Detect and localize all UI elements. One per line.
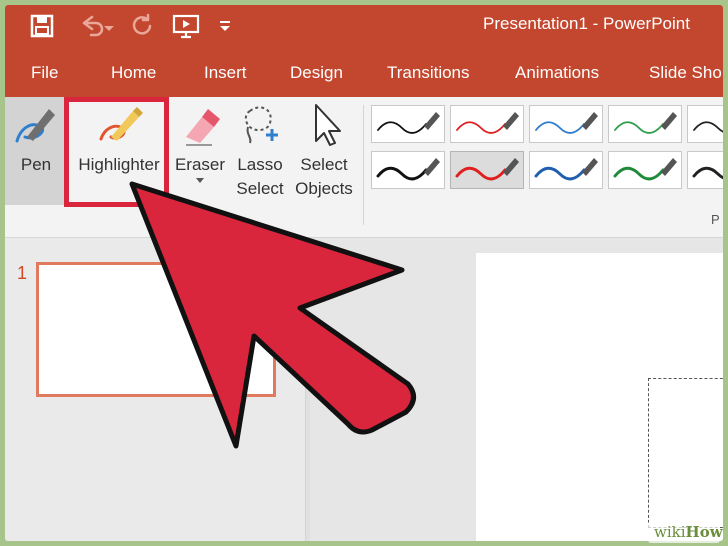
tab-file[interactable]: File — [31, 63, 58, 83]
select-objects-button[interactable]: Select Objects — [291, 97, 357, 207]
pen-swatch-row2-2[interactable] — [450, 151, 524, 189]
redo-icon[interactable] — [127, 11, 157, 41]
title-bar: Presentation1 - PowerPoint — [5, 5, 723, 47]
pen-swatch-row1-4[interactable] — [608, 105, 682, 143]
pen-stroke-icon — [535, 112, 598, 134]
pen-stroke-icon — [456, 112, 519, 134]
lasso-icon — [244, 106, 278, 144]
pen-icon — [15, 109, 55, 143]
eraser-button[interactable]: Eraser — [171, 97, 229, 207]
tab-home[interactable]: Home — [111, 63, 156, 83]
pen-stroke-icon — [376, 158, 440, 181]
pointer-cursor-icon — [315, 104, 341, 146]
lasso-label-line1: Lasso — [237, 155, 283, 174]
lasso-select-button[interactable]: Lasso Select — [231, 97, 289, 207]
eraser-icon — [186, 109, 220, 146]
ribbon-group-divider — [363, 105, 364, 225]
lasso-label-line2: Select — [236, 179, 284, 198]
slide-thumbnail-1[interactable] — [36, 262, 276, 397]
pens-group-label: P — [711, 212, 720, 227]
pen-swatch-row1-5[interactable] — [687, 105, 723, 143]
eraser-label: Eraser — [174, 155, 226, 174]
pen-swatch-row2-3[interactable] — [529, 151, 603, 189]
pen-stroke-icon — [693, 121, 723, 133]
save-icon[interactable] — [27, 11, 57, 41]
present-from-start-icon[interactable] — [171, 11, 201, 41]
pen-button[interactable]: Pen — [5, 97, 67, 205]
select-label-line2: Objects — [295, 179, 353, 198]
customize-toolbar-icon[interactable] — [215, 11, 235, 41]
select-label-line1: Select — [300, 155, 348, 174]
powerpoint-window: Presentation1 - PowerPoint File Home Ins… — [5, 5, 723, 541]
pen-gallery — [371, 105, 723, 201]
pen-swatch-row1-1[interactable] — [371, 105, 445, 143]
tab-insert[interactable]: Insert — [204, 63, 247, 83]
window-title: Presentation1 - PowerPoint — [483, 14, 690, 33]
pen-stroke-icon — [455, 158, 519, 181]
dropdown-caret-icon[interactable] — [101, 11, 117, 41]
pen-swatch-row1-2[interactable] — [450, 105, 524, 143]
pen-swatch-row2-4[interactable] — [608, 151, 682, 189]
draw-ribbon: Pen Highlighter Eraser Lasso Select Sele… — [5, 97, 723, 238]
watermark-suffix: How — [685, 523, 723, 541]
pen-swatch-row2-1[interactable] — [371, 151, 445, 189]
slide-number: 1 — [17, 263, 28, 283]
highlighter-highlight-frame — [64, 97, 169, 207]
pen-label: Pen — [20, 155, 52, 174]
wikihow-watermark: wikiHow — [648, 521, 723, 543]
pen-stroke-icon — [613, 158, 677, 181]
pen-stroke-icon — [692, 166, 723, 180]
watermark-prefix: wiki — [654, 523, 686, 541]
tab-slide-show[interactable]: Slide Sho — [649, 63, 722, 83]
pen-swatch-row1-3[interactable] — [529, 105, 603, 143]
ribbon-tabs: File Home Insert Design Transitions Anim… — [5, 47, 723, 97]
pen-stroke-icon — [377, 112, 440, 134]
tab-transitions[interactable]: Transitions — [387, 63, 470, 83]
tab-design[interactable]: Design — [290, 63, 343, 83]
pen-swatch-row2-5[interactable] — [687, 151, 723, 189]
tab-animations[interactable]: Animations — [515, 63, 599, 83]
pen-stroke-icon — [614, 112, 677, 134]
eraser-dropdown-icon[interactable] — [195, 177, 205, 185]
title-placeholder[interactable] — [648, 378, 723, 528]
pen-stroke-icon — [534, 158, 598, 181]
